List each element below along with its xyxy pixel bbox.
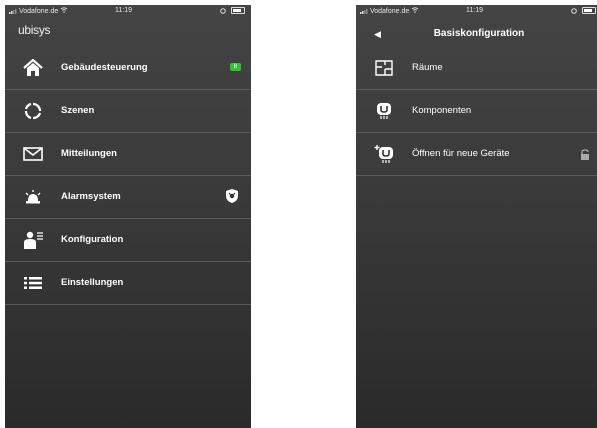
alarm-icon [21,186,45,208]
signal-icon [360,8,368,14]
signal-icon [9,8,17,14]
menu-item-label: Konfiguration [61,234,124,245]
status-bar: Vodafone.de 11:19 [356,5,597,19]
menu-item-komponenten[interactable]: Komponenten [356,90,597,133]
floorplan-icon [372,57,396,79]
alarm-clock-icon [220,7,226,14]
status-time: 11:19 [115,7,132,14]
page-title: Basiskonfiguration [433,28,525,39]
menu-item-label: Einstellungen [61,277,124,288]
menu-item-label: Mitteilungen [61,148,117,159]
menu-item-alarmsystem[interactable]: Alarmsystem [5,176,251,219]
shield-icon[interactable] [225,188,239,209]
main-menu-screen: Vodafone.de 11:19 ubisys Gebäudesteuerun… [5,5,251,428]
device-icon [372,100,396,122]
user-config-icon [21,229,45,251]
wifi-icon [411,7,419,13]
menu-item-label: Komponenten [412,105,472,116]
count-badge: 8 [229,63,241,71]
menu-item-raeume[interactable]: Räume [356,47,597,90]
menu-item-gebaeudesteuerung[interactable]: Gebäudesteuerung 8 [5,47,251,90]
wifi-icon [60,7,68,13]
battery-icon [231,7,245,14]
add-device-icon [372,143,396,165]
menu-item-label: Räume [412,62,443,73]
nav-bar: ◀ Basiskonfiguration [356,20,597,48]
config-menu: Räume Komponenten Öffnen für neue Geräte [356,47,597,176]
carrier-label: Vodafone.de [360,7,419,15]
envelope-icon [21,143,45,165]
list-icon [21,272,45,294]
house-icon [21,57,45,79]
battery-icon [582,7,596,14]
main-menu: Gebäudesteuerung 8 Szenen Mitteilungen A… [5,47,251,305]
menu-item-szenen[interactable]: Szenen [5,90,251,133]
menu-item-label: Öffnen für neue Geräte [412,148,510,159]
menu-item-label: Szenen [61,105,95,116]
menu-item-mitteilungen[interactable]: Mitteilungen [5,133,251,176]
status-bar: Vodafone.de 11:19 [5,5,251,19]
menu-item-konfiguration[interactable]: Konfiguration [5,219,251,262]
lock-open-icon[interactable] [580,148,590,166]
alarm-clock-icon [571,7,577,14]
menu-item-label: Gebäudesteuerung [61,62,148,73]
ubisys-logo: ubisys [18,23,51,37]
scene-icon [21,100,45,122]
menu-item-einstellungen[interactable]: Einstellungen [5,262,251,305]
basiskonfiguration-screen: Vodafone.de 11:19 ◀ Basiskonfiguration R… [356,5,597,428]
status-time: 11:19 [466,7,483,14]
carrier-label: Vodafone.de [9,7,68,15]
menu-item-oeffnen-fuer-neue-geraete[interactable]: Öffnen für neue Geräte [356,133,597,176]
menu-item-label: Alarmsystem [61,191,121,202]
